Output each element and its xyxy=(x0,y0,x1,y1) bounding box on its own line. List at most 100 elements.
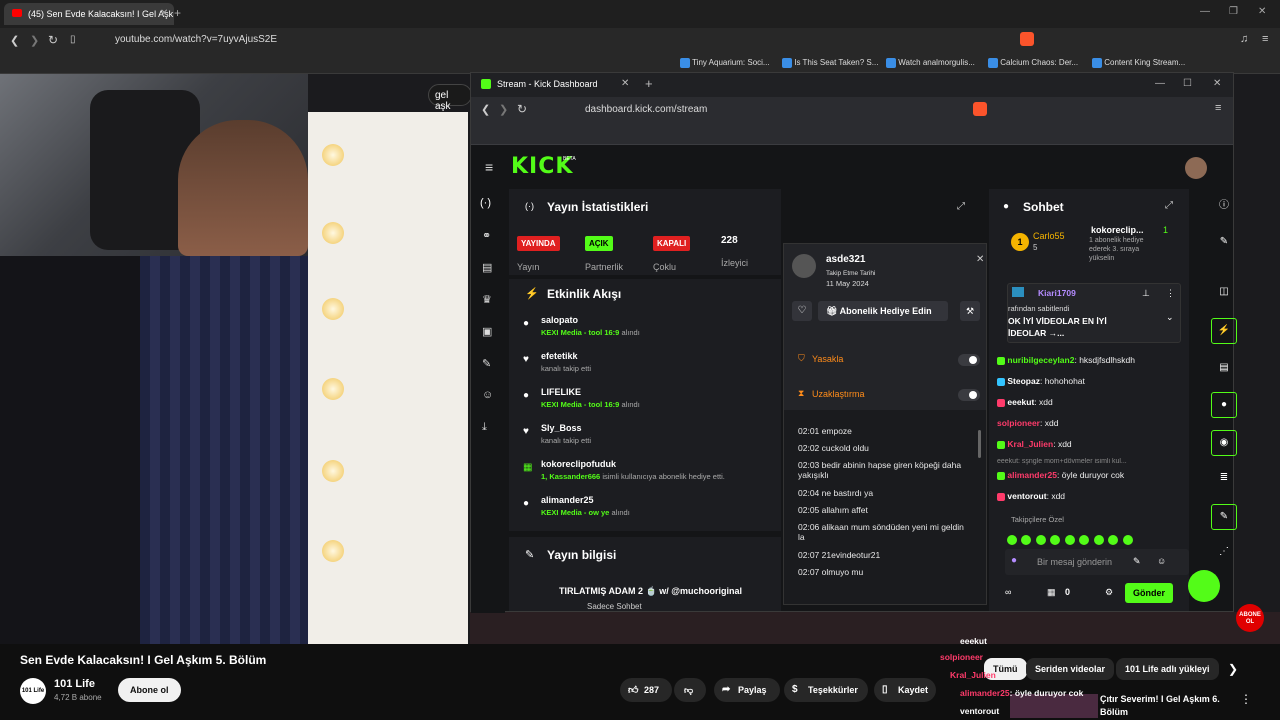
chat-settings-icon[interactable]: ⚙ xyxy=(1105,587,1113,598)
kick-tab-title[interactable]: Stream - Kick Dashboard xyxy=(497,79,598,89)
thanks-icon: $ xyxy=(792,684,798,695)
new-tab-icon[interactable]: + xyxy=(174,6,181,20)
channel-name[interactable]: 101 Life xyxy=(54,678,95,690)
save-button[interactable]: ▯ Kaydet xyxy=(874,678,936,702)
chat-icon[interactable]: ● xyxy=(1211,392,1237,418)
send-button[interactable]: Gönder xyxy=(1125,583,1173,603)
brave-shield-icon[interactable] xyxy=(1020,32,1034,46)
kick-back-icon[interactable]: ❮ xyxy=(481,103,490,116)
chip-uploader[interactable]: 101 Life adlı yükleyi xyxy=(1116,658,1219,680)
minimize-icon[interactable]: — xyxy=(1200,6,1210,17)
search-chip[interactable]: gel aşk xyxy=(428,84,472,112)
forward-icon[interactable]: ❯ xyxy=(30,34,39,47)
timeout-toggle[interactable] xyxy=(958,389,980,401)
smiley-icon[interactable]: ☺ xyxy=(1157,556,1166,566)
more-options-icon[interactable]: ⋮ xyxy=(1166,288,1175,299)
user-card-close-icon[interactable]: ✕ xyxy=(976,254,984,265)
share-button[interactable]: ➦ Paylaş xyxy=(714,678,780,702)
mod-tool-icon[interactable]: ⚒ xyxy=(960,301,980,321)
close-tab-icon[interactable]: ✕ xyxy=(160,8,168,19)
mic-icon[interactable]: ● xyxy=(1011,555,1017,566)
kick-reload-icon[interactable]: ↻ xyxy=(517,102,527,116)
chevron-down-icon[interactable]: ⌄ xyxy=(1166,312,1174,323)
next-video-title-2[interactable]: Bölüm xyxy=(1100,707,1128,717)
kick-close-window-icon[interactable]: ✕ xyxy=(1213,78,1221,89)
queue-icon[interactable]: ≣ xyxy=(1211,466,1237,492)
top-gifter-name[interactable]: Carlo55 xyxy=(1033,231,1065,241)
gift-sub-button[interactable]: 🎁︎ Abonelik Hediye Edin xyxy=(818,301,948,321)
kick-minimize-icon[interactable]: — xyxy=(1155,78,1165,89)
gift-user[interactable]: kokoreclip... xyxy=(1091,225,1144,235)
pinned-message[interactable]: Kiari1709 rafından sabitlendi OK İYİ VİD… xyxy=(1007,283,1181,343)
chip-series[interactable]: Seriden videolar xyxy=(1026,658,1115,680)
tools-nav-icon[interactable]: ✎ xyxy=(482,357,491,370)
kick-address-bar: ❮ ❯ ↻ dashboard.kick.com/stream ≡ xyxy=(471,97,1233,123)
menu-icon[interactable]: ≡ xyxy=(1262,33,1268,45)
chat-bubble-icon: ● xyxy=(1003,201,1010,212)
close-window-icon[interactable]: ✕ xyxy=(1258,6,1266,17)
channel-avatar[interactable]: 101 Life xyxy=(20,678,46,704)
bookmark-icon[interactable]: ▯ xyxy=(70,34,76,45)
back-icon[interactable]: ❮ xyxy=(10,34,19,47)
broadcast-icon[interactable]: ◉ xyxy=(1211,430,1237,456)
chips-next-icon[interactable]: ❯ xyxy=(1228,662,1238,676)
bookmark-3[interactable]: Watch analmorgulis... xyxy=(886,58,975,70)
playlist-icon[interactable]: ♫ xyxy=(1240,33,1248,45)
tool-icon[interactable]: ✎ xyxy=(1211,504,1237,530)
youtube-tab[interactable]: (45) Sen Evde Kalacaksın! I Gel Aşkım ✕ xyxy=(4,3,174,25)
bookmark-4[interactable]: Calcium Chaos: Der... xyxy=(988,58,1078,70)
kick-new-tab-icon[interactable]: + xyxy=(645,76,653,91)
trophy-nav-icon[interactable]: ♛ xyxy=(482,293,492,306)
chat-input[interactable]: ● Bir mesaj gönderin ✎ ☺ xyxy=(1005,549,1189,575)
kick-maximize-icon[interactable]: ☐ xyxy=(1183,78,1192,89)
like-button[interactable]: 👍︎ 287 xyxy=(620,678,672,702)
kick-menu-icon[interactable]: ≡ xyxy=(1215,102,1221,114)
download-nav-icon[interactable]: ⤓ xyxy=(482,421,487,434)
outer-url[interactable]: youtube.com/watch?v=7uyvAjusS2E xyxy=(115,34,277,45)
kick-forward-icon[interactable]: ❯ xyxy=(499,103,508,116)
maximize-icon[interactable]: ❐ xyxy=(1229,6,1238,17)
chat-expand-icon[interactable]: ⤢ xyxy=(1165,200,1173,211)
gift-box-icon: 🎁︎ xyxy=(826,306,840,316)
users-nav-icon[interactable]: ☺ xyxy=(482,389,493,401)
emote-picker-icon[interactable]: ✎ xyxy=(1133,556,1141,567)
screen-icon[interactable]: ◫ xyxy=(1211,280,1237,306)
edit-icon[interactable]: ✎ xyxy=(1211,230,1237,256)
infinity-icon[interactable]: ∞ xyxy=(1005,587,1011,597)
kick-url[interactable]: dashboard.kick.com/stream xyxy=(585,104,707,115)
bookmark-1[interactable]: Tiny Aquarium: Soci... xyxy=(680,58,770,70)
bookmark-5[interactable]: Content King Stream... xyxy=(1092,58,1185,70)
gift-user-count: 1 xyxy=(1163,225,1169,235)
info-icon[interactable]: ⓘ xyxy=(1211,194,1237,220)
kick-brave-shield-icon[interactable] xyxy=(973,102,987,116)
support-button-icon[interactable] xyxy=(1188,570,1220,602)
follow-heart-icon[interactable]: ♡ xyxy=(792,301,812,321)
thanks-button[interactable]: $ Teşekkürler xyxy=(784,678,868,702)
chart-nav-icon[interactable]: ▤ xyxy=(482,261,492,274)
more-actions-icon[interactable]: ⋮ xyxy=(1240,692,1252,706)
gifter-rank-icon: 1 xyxy=(1011,233,1029,251)
link-nav-icon[interactable]: ⚭ xyxy=(482,229,491,242)
ban-toggle[interactable] xyxy=(958,354,980,366)
reload-icon[interactable]: ↻ xyxy=(48,33,58,47)
kick-close-tab-icon[interactable]: ✕ xyxy=(621,78,629,89)
stream-nav-icon[interactable]: (·) xyxy=(480,197,491,209)
chat-input-placeholder: Bir mesaj gönderin xyxy=(1037,557,1113,567)
share-icon[interactable]: ⋰ xyxy=(1211,540,1237,566)
pinned-text-2: İDEOLAR →... xyxy=(1008,328,1065,338)
dislike-button[interactable]: 👎︎ xyxy=(674,678,706,702)
bookmark-2[interactable]: Is This Seat Taken? S... xyxy=(782,58,878,70)
video-nav-icon[interactable]: ▣ xyxy=(482,325,492,338)
flash-icon[interactable]: ⚡ xyxy=(1211,318,1237,344)
stats-expand-icon[interactable]: ⤢ xyxy=(957,201,965,212)
hamburger-menu-icon[interactable]: ≡ xyxy=(485,159,493,175)
subscribe-button[interactable]: Abone ol xyxy=(118,678,181,702)
pin-icon[interactable]: ⊥ xyxy=(1142,288,1150,299)
partner-badge: AÇIK xyxy=(585,236,613,251)
pinned-by: rafından sabitlendi xyxy=(1008,304,1070,313)
doc-icon[interactable]: ▤ xyxy=(1211,356,1237,382)
next-video-title-1[interactable]: Çıtır Severim! I Gel Aşkım 6. xyxy=(1100,694,1220,704)
profile-avatar[interactable] xyxy=(1185,157,1207,179)
user-card-username[interactable]: asde321 xyxy=(826,254,865,265)
log-scrollbar[interactable] xyxy=(978,430,981,458)
